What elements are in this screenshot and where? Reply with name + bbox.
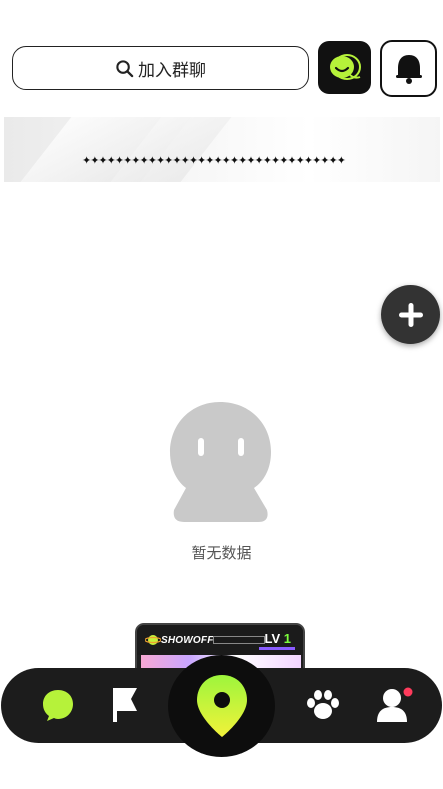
- notification-dot: [403, 687, 413, 697]
- profile-icon: [377, 687, 413, 722]
- empty-state-message: 暂无数据: [191, 545, 252, 562]
- plus-icon: [398, 302, 423, 327]
- join-group-label: 加入群聊: [138, 60, 206, 80]
- bell-icon: [395, 54, 422, 84]
- notification-button[interactable]: [380, 40, 437, 97]
- nav-profile[interactable]: [369, 680, 419, 730]
- chat-face-icon: [329, 53, 361, 80]
- flag-icon: [113, 688, 137, 722]
- add-button[interactable]: [381, 285, 440, 344]
- nav-map[interactable]: [168, 655, 275, 757]
- nav-flag[interactable]: [100, 680, 150, 730]
- map-pin-icon: [196, 675, 247, 737]
- chat-bubble-icon: [43, 690, 73, 721]
- planet-icon: [145, 635, 161, 645]
- card-level: LV 1: [264, 631, 291, 646]
- empty-ghost-icon: [170, 402, 271, 522]
- level-value: 1: [283, 631, 291, 646]
- nav-pets[interactable]: [298, 680, 348, 730]
- level-prefix: LV: [264, 631, 281, 646]
- card-exp-bar: [259, 647, 295, 650]
- card-progress-frame: [213, 636, 265, 644]
- nav-chat[interactable]: [33, 680, 83, 730]
- card-logo-text: SHOWOFF: [161, 634, 214, 646]
- chat-app-button[interactable]: [318, 41, 371, 94]
- promo-banner[interactable]: ✦✦✦✦✦✦✦✦✦✦✦✦✦✦✦✦✦✦✦✦✦✦✦✦✦✦✦✦✦✦✦✦: [4, 117, 440, 182]
- join-group-search-button[interactable]: 加入群聊: [12, 46, 309, 90]
- search-icon: [116, 59, 134, 77]
- banner-text: ✦✦✦✦✦✦✦✦✦✦✦✦✦✦✦✦✦✦✦✦✦✦✦✦✦✦✦✦✦✦✦✦: [82, 155, 346, 167]
- paw-icon: [307, 690, 339, 719]
